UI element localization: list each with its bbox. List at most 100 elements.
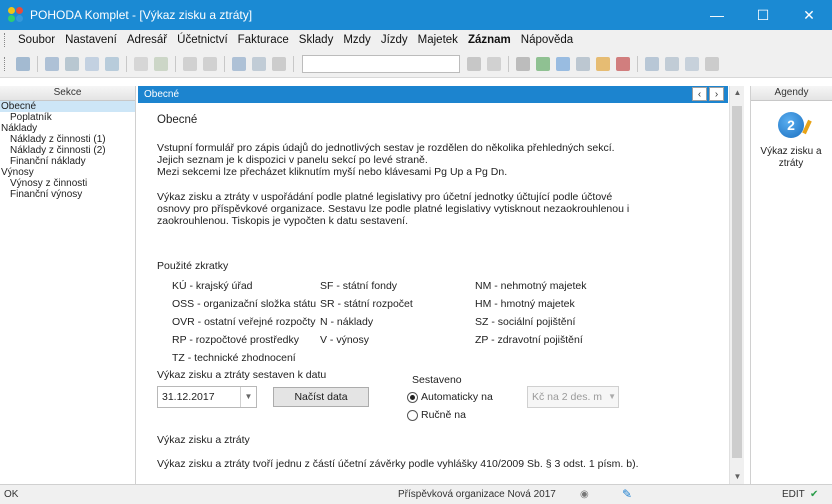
- sestaveno-label: Sestaveno: [412, 374, 462, 386]
- abbrev-item: TZ - technické zhodnocení: [172, 352, 296, 364]
- abbrev-item: SR - státní rozpočet: [320, 298, 413, 310]
- bank-icon[interactable]: [616, 56, 630, 71]
- menu-mzdy[interactable]: Mzdy: [338, 34, 375, 46]
- preview-icon[interactable]: [85, 56, 99, 71]
- menu-soubor[interactable]: Soubor: [13, 34, 60, 46]
- agendy-header: Agendy: [751, 86, 832, 101]
- chevron-down-icon[interactable]: ▼: [608, 387, 616, 407]
- menu-ucetnictvi[interactable]: Účetnictví: [172, 34, 233, 46]
- main-panel: Obecné ‹ › Obecné Vstupní formulář pro z…: [138, 86, 728, 484]
- status-company: Příspěvková organizace Nová 2017: [398, 489, 556, 500]
- sections-panel: Sekce Obecné Poplatník Náklady Náklady z…: [0, 86, 136, 484]
- toolbar-separator: [224, 55, 225, 72]
- radio-automatic[interactable]: [407, 392, 418, 403]
- chevron-down-icon[interactable]: ▼: [240, 387, 256, 407]
- toolbar-separator: [293, 55, 294, 72]
- section-item-naklady[interactable]: Náklady: [0, 123, 135, 134]
- paste-icon[interactable]: [272, 56, 286, 71]
- edit-pencil-icon: ✎: [622, 487, 633, 501]
- print-icon[interactable]: [65, 56, 79, 71]
- help-icon[interactable]: [134, 56, 148, 71]
- table-icon[interactable]: [556, 56, 570, 71]
- report-heading: Výkaz zisku a ztráty: [157, 434, 250, 446]
- list-icon[interactable]: [645, 56, 659, 71]
- scrollbar-thumb[interactable]: [732, 106, 742, 458]
- forward-icon[interactable]: [203, 56, 217, 71]
- filter-icon[interactable]: [467, 56, 481, 71]
- abbreviations-title: Použité zkratky: [157, 260, 229, 272]
- menu-zaznam[interactable]: Záznam: [463, 34, 516, 46]
- date-label: Výkaz zisku a ztráty sestaven k datu: [157, 369, 327, 381]
- back-icon[interactable]: [183, 56, 197, 71]
- section-item-naklady-cinnost-1[interactable]: Náklady z činnosti (1): [0, 134, 135, 145]
- radio-manual-label[interactable]: Ručně na: [421, 409, 466, 421]
- section-item-financni-naklady[interactable]: Finanční náklady: [0, 156, 135, 167]
- abbrev-item: SZ - sociální pojištění: [475, 316, 576, 328]
- toolbar-separator: [637, 55, 638, 72]
- abbrev-item: V - výnosy: [320, 334, 370, 346]
- menu-grip[interactable]: [4, 33, 7, 47]
- save-icon[interactable]: [232, 56, 246, 71]
- grid-icon[interactable]: [665, 56, 679, 71]
- menu-jizdy[interactable]: Jízdy: [376, 34, 413, 46]
- minimize-icon[interactable]: —: [694, 0, 740, 30]
- menu-sklady[interactable]: Sklady: [294, 34, 339, 46]
- prev-section-icon[interactable]: ‹: [692, 87, 707, 101]
- toolbar-grip[interactable]: [4, 56, 7, 71]
- columns-icon[interactable]: [685, 56, 699, 71]
- refresh-icon[interactable]: [536, 56, 550, 71]
- section-item-vynosy[interactable]: Výnosy: [0, 167, 135, 178]
- toolbar-search-input[interactable]: [302, 54, 460, 73]
- menu-nastaveni[interactable]: Nastavení: [60, 34, 122, 46]
- section-nav: ‹ ›: [692, 87, 724, 101]
- next-section-icon[interactable]: ›: [709, 87, 724, 101]
- window-title: POHODA Komplet - [Výkaz zisku a ztráty]: [30, 8, 253, 22]
- section-header: Obecné ‹ ›: [138, 86, 728, 103]
- status-bar: OK Příspěvková organizace Nová 2017 ◉ ✎ …: [0, 484, 832, 504]
- toolbar-separator: [508, 55, 509, 72]
- toolbar-separator: [37, 55, 38, 72]
- abbrev-item: ZP - zdravotní pojištění: [475, 334, 583, 346]
- calculator-icon[interactable]: [576, 56, 590, 71]
- close-icon[interactable]: ✕: [786, 0, 832, 30]
- copy-icon[interactable]: [45, 56, 59, 71]
- mode-indicator: EDIT: [782, 489, 805, 500]
- agenda-item-label[interactable]: Výkaz zisku a ztráty: [751, 146, 831, 170]
- folder-icon[interactable]: [516, 56, 530, 71]
- load-data-button[interactable]: Načíst data: [273, 387, 369, 407]
- section-item-poplatnik[interactable]: Poplatník: [0, 112, 135, 123]
- radio-automatic-label[interactable]: Automaticky na: [421, 391, 493, 403]
- abbrev-item: OVR - ostatní veřejné rozpočty: [172, 316, 316, 328]
- menu-napoveda[interactable]: Nápověda: [516, 34, 578, 46]
- rounding-select[interactable]: Kč na 2 des. m ▼: [527, 386, 619, 408]
- clear-filter-icon[interactable]: [487, 56, 501, 71]
- save-as-icon[interactable]: [252, 56, 266, 71]
- report-note: Výkaz zisku a ztráty tvoří jednu z částí…: [157, 458, 639, 470]
- section-item-obecne[interactable]: Obecné: [0, 101, 135, 112]
- check-icon[interactable]: [154, 56, 168, 71]
- menu-majetek[interactable]: Majetek: [413, 34, 463, 46]
- section-item-financni-vynosy[interactable]: Finanční výnosy: [0, 189, 135, 200]
- intro-line-1: Vstupní formulář pro zápis údajů do jedn…: [157, 142, 615, 154]
- abbrev-item: N - náklady: [320, 316, 374, 328]
- new-record-icon[interactable]: [16, 56, 30, 71]
- status-text: OK: [4, 489, 19, 500]
- scroll-up-icon[interactable]: ▲: [730, 86, 745, 100]
- scroll-down-icon[interactable]: ▼: [730, 470, 745, 484]
- menu-fakturace[interactable]: Fakturace: [233, 34, 294, 46]
- maximize-icon[interactable]: ☐: [740, 0, 786, 30]
- context-help-icon[interactable]: [705, 56, 719, 71]
- menu-adresar[interactable]: Adresář: [122, 34, 172, 46]
- vertical-scrollbar[interactable]: ▲ ▼: [729, 86, 744, 484]
- users-icon[interactable]: [596, 56, 610, 71]
- abbrev-item: KÚ - krajský úřad: [172, 280, 253, 292]
- menu-bar: Soubor Nastavení Adresář Účetnictví Fakt…: [0, 30, 832, 50]
- export-icon[interactable]: [105, 56, 119, 71]
- section-item-naklady-cinnost-2[interactable]: Náklady z činnosti (2): [0, 145, 135, 156]
- radio-manual[interactable]: [407, 410, 418, 421]
- date-field[interactable]: 31.12.2017 ▼: [157, 386, 257, 408]
- abbrev-item: SF - státní fondy: [320, 280, 398, 292]
- section-item-vynosy-cinnost[interactable]: Výnosy z činnosti: [0, 178, 135, 189]
- report-icon[interactable]: 2: [778, 112, 804, 138]
- description-line-2: osnovy pro příspěvkové organizace. Sesta…: [157, 203, 630, 215]
